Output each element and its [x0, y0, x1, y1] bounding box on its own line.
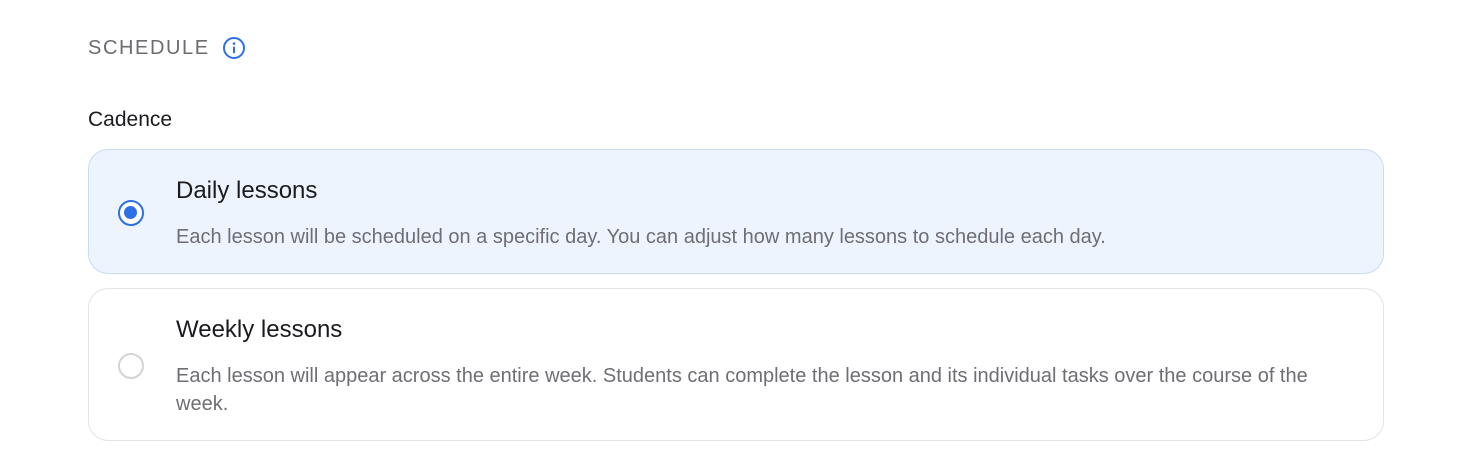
schedule-section: SCHEDULE Cadence Daily lessons Each less…: [0, 0, 1458, 476]
weekly-lessons-title: Weekly lessons: [176, 316, 343, 343]
daily-lessons-title: Daily lessons: [176, 177, 318, 204]
cadence-label: Cadence: [88, 108, 173, 131]
info-icon[interactable]: [222, 36, 246, 60]
daily-lessons-option[interactable]: Daily lessons Each lesson will be schedu…: [88, 149, 1384, 274]
daily-lessons-radio[interactable]: [118, 200, 144, 226]
section-header: SCHEDULE: [88, 33, 246, 63]
weekly-lessons-option[interactable]: Weekly lessons Each lesson will appear a…: [88, 288, 1384, 441]
section-title: SCHEDULE: [88, 37, 210, 59]
daily-lessons-description: Each lesson will be scheduled on a speci…: [176, 226, 1106, 248]
weekly-lessons-radio[interactable]: [118, 353, 144, 379]
weekly-lessons-description: Each lesson will appear across the entir…: [176, 365, 1308, 415]
cadence-options: Daily lessons Each lesson will be schedu…: [88, 149, 1384, 441]
